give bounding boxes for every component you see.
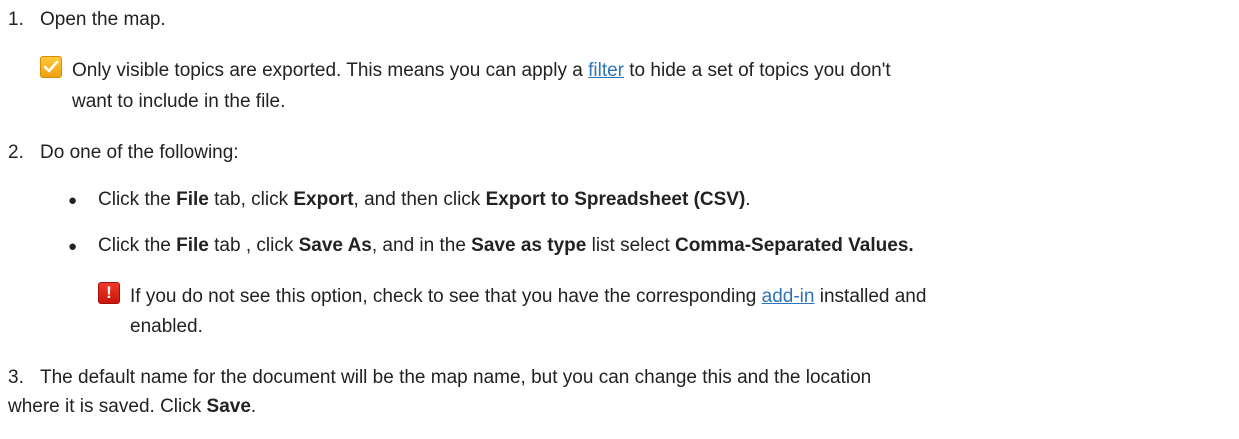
- step-3-text-end: .: [250, 396, 257, 417]
- tip-text-end: to hide a set of topics you don't: [624, 60, 891, 81]
- tip-line-1: Only visible topics are exported. This m…: [72, 57, 891, 84]
- bullet-dot: ●: [68, 238, 78, 255]
- bullet-item-save-as: Click the File tab , click Save As, and …: [98, 232, 914, 259]
- export-label: Export: [293, 189, 354, 210]
- step-3-line-1: The default name for the document will b…: [40, 367, 872, 388]
- warning-line-1: If you do not see this option, check to …: [130, 283, 926, 310]
- text: tab, click: [208, 189, 294, 210]
- save-as-type-label: Save as type: [471, 235, 587, 256]
- warning-text-end: installed and: [814, 286, 927, 307]
- step-2-number: 2.: [8, 142, 24, 163]
- csv-option-label: Comma-Separated Values.: [675, 235, 914, 256]
- warning-text-start: If you do not see this option, check to …: [130, 286, 762, 307]
- text: , and then click: [353, 189, 486, 210]
- exclamation-icon: !: [98, 282, 120, 304]
- text: Click the: [98, 235, 177, 256]
- text: list select: [586, 235, 676, 256]
- step-3-text: where it is saved. Click: [8, 396, 207, 417]
- tip-text-start: Only visible topics are exported. This m…: [72, 60, 589, 81]
- file-tab-label: File: [176, 235, 209, 256]
- bullet-item-export: Click the File tab, click Export, and th…: [98, 186, 751, 213]
- file-tab-label: File: [176, 189, 209, 210]
- export-csv-label: Export to Spreadsheet (CSV): [485, 189, 746, 210]
- save-as-label: Save As: [298, 235, 372, 256]
- filter-link[interactable]: filter: [588, 60, 624, 81]
- step-1-text: Open the map.: [40, 9, 166, 30]
- tip-line-2: want to include in the file.: [72, 91, 286, 112]
- add-in-link[interactable]: add-in: [762, 286, 815, 307]
- save-label: Save: [206, 396, 251, 417]
- warning-line-2: enabled.: [130, 316, 203, 337]
- text: .: [745, 189, 751, 210]
- bullet-dot: ●: [68, 192, 78, 209]
- text: , and in the: [371, 235, 472, 256]
- checkmark-icon: [40, 56, 62, 78]
- step-3-line-2: where it is saved. Click Save.: [8, 393, 256, 420]
- step-2-text: Do one of the following:: [40, 142, 239, 163]
- step-1-number: 1.: [8, 9, 24, 30]
- text: tab , click: [208, 235, 299, 256]
- step-3-number: 3.: [8, 367, 24, 388]
- text: Click the: [98, 189, 177, 210]
